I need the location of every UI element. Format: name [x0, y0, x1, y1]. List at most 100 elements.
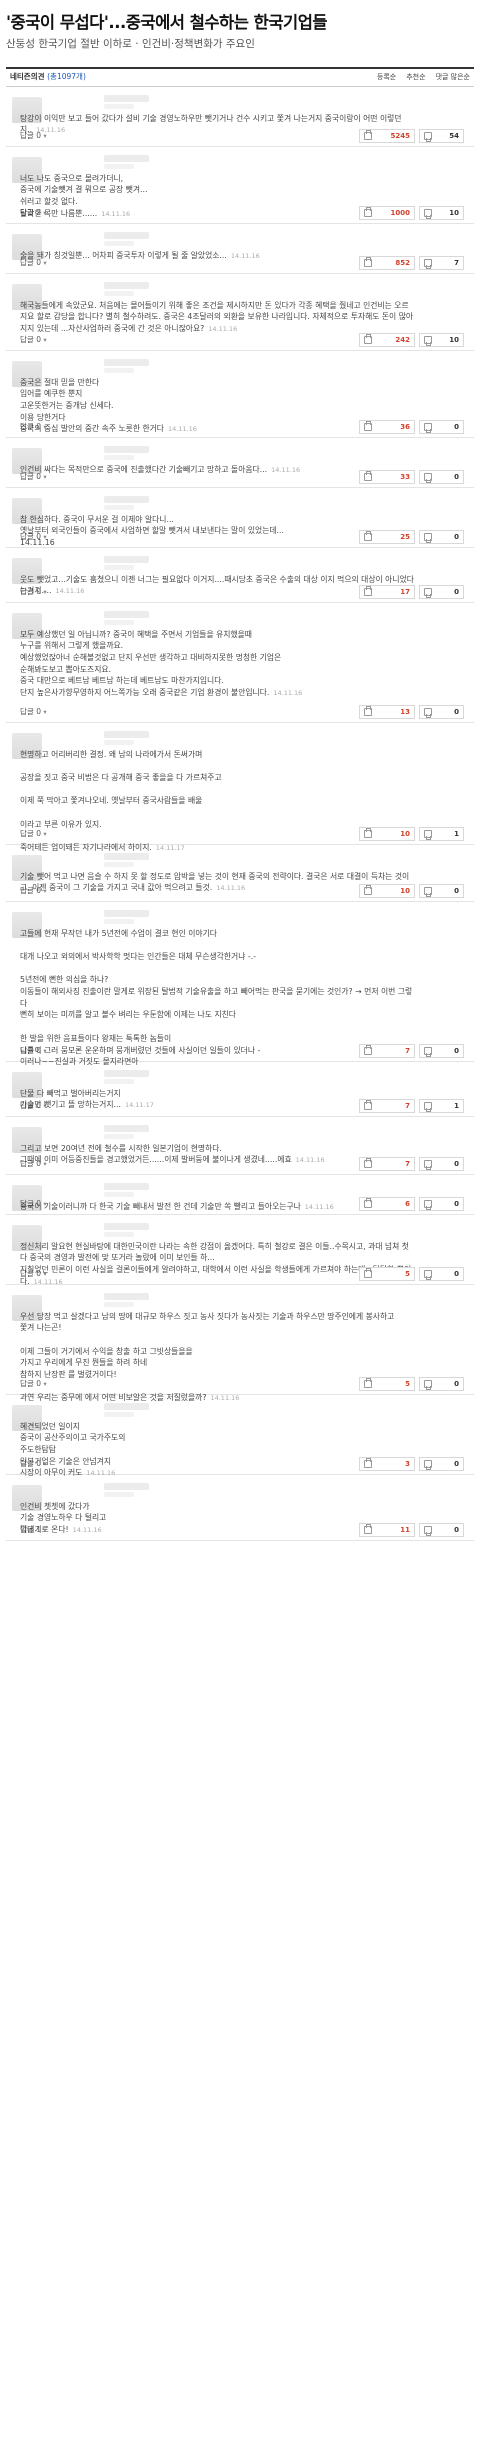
reply-button[interactable]: 답글 0 ▾ [20, 258, 47, 269]
like-button[interactable]: 5 [359, 1266, 415, 1281]
comment-timestamp: 14.11.16 [216, 884, 246, 893]
comment-text-line: 인건비 싸다는 목적만으로 중국에 진출했다간 기술빼기고 망하고 돌아옴다..… [20, 464, 301, 474]
comment-text-line: 탕강이 이익만 보고 들어 갔다가 설비 기술 경영노하우만 뺏기거나 건수 시… [20, 113, 402, 135]
comment-body: 정신처리 알요현 현실바탕에 대한민국이란 나라는 속한 강점이 옳겠어다. 특… [20, 1241, 414, 1288]
reply-button[interactable]: 답글 0 ▾ [20, 1459, 47, 1470]
vote-group: 1000 10 [359, 205, 464, 220]
like-button[interactable]: 3 [359, 1456, 415, 1471]
like-count: 6 [405, 1199, 410, 1208]
like-button[interactable]: 7 [359, 1043, 415, 1058]
reply-button[interactable]: 답글 0 ▾ [20, 707, 47, 718]
dislike-button[interactable]: 10 [419, 205, 464, 220]
user-meta-placeholder [104, 1078, 134, 1084]
dislike-button[interactable]: 7 [419, 255, 464, 270]
comment-body: 너도 나도 중국으로 몰려가더니, 중국에 기술뺏겨 결 뭐으로 공장 뺏겨...… [20, 173, 414, 220]
dislike-button[interactable]: 0 [419, 584, 464, 599]
user-meta-placeholder [104, 1411, 134, 1417]
dislike-button[interactable]: 0 [419, 529, 464, 544]
chevron-down-icon: ▾ [43, 1046, 47, 1055]
username-placeholder [104, 909, 149, 917]
sort-by-date[interactable]: 등록순 [377, 72, 396, 82]
reply-button[interactable]: 답글 0 ▾ [20, 472, 47, 483]
reply-count: 0 [36, 531, 41, 541]
like-button[interactable]: 11 [359, 1522, 415, 1537]
dislike-button[interactable]: 0 [419, 1376, 464, 1391]
like-button[interactable]: 33 [359, 469, 415, 484]
sort-by-likes[interactable]: 추천순 [406, 72, 425, 82]
reply-button[interactable]: 답글 0 ▾ [20, 422, 47, 433]
comment-timestamp: 14.11.16 [55, 587, 85, 596]
thumbs-down-icon [424, 1269, 432, 1280]
dislike-button[interactable]: 54 [419, 128, 464, 143]
like-button[interactable]: 17 [359, 584, 415, 599]
reply-button[interactable]: 답글 0 ▾ [20, 829, 47, 840]
dislike-button[interactable]: 0 [419, 704, 464, 719]
username-placeholder [104, 1124, 149, 1132]
reply-count: 2 [36, 207, 41, 217]
dislike-count: 0 [454, 707, 459, 716]
thumbs-up-icon [364, 1099, 372, 1110]
reply-count: 0 [36, 257, 41, 267]
comment-text-line: 탈락한 목만 나름뿐...... 14.11.16 [20, 208, 131, 218]
reply-button[interactable]: 답글 0 ▾ [20, 1199, 47, 1210]
like-button[interactable]: 25 [359, 529, 415, 544]
dislike-button[interactable]: 0 [419, 1266, 464, 1281]
like-button[interactable]: 36 [359, 419, 415, 434]
reply-button[interactable]: 답글 1 ▾ [20, 1525, 47, 1536]
comment-text-line: 해국농들에게 속았군요. 처음에는 몰어들이기 위해 좋은 조건을 제시하지만 … [20, 300, 414, 334]
dislike-button[interactable]: 0 [419, 1456, 464, 1471]
reply-count: 0 [36, 1045, 41, 1055]
like-button[interactable]: 852 [359, 255, 415, 270]
reply-button[interactable]: 답글 0 ▾ [20, 335, 47, 346]
like-button[interactable]: 5 [359, 1376, 415, 1391]
comment-text-line: 고들에 현재 무작던 내가 5년전에 수업이 결코 현인 이야기다 [20, 928, 217, 938]
reply-button[interactable]: 답글 0 ▾ [20, 131, 47, 142]
dislike-count: 7 [454, 258, 459, 267]
dislike-button[interactable]: 0 [419, 469, 464, 484]
dislike-button[interactable]: 1 [419, 826, 464, 841]
comment-timestamp: 14.11.16 [101, 209, 131, 218]
like-button[interactable]: 7 [359, 1098, 415, 1113]
like-button[interactable]: 6 [359, 1196, 415, 1211]
reply-label: 답글 [20, 885, 34, 895]
reply-button[interactable]: 답글 0 ▾ [20, 1269, 47, 1280]
dislike-button[interactable]: 0 [419, 1043, 464, 1058]
dislike-button[interactable]: 0 [419, 1156, 464, 1171]
like-button[interactable]: 7 [359, 1156, 415, 1171]
dislike-button[interactable]: 0 [419, 883, 464, 898]
dislike-button[interactable]: 0 [419, 1522, 464, 1537]
reply-label: 답글 [20, 828, 34, 838]
like-button[interactable]: 10 [359, 826, 415, 841]
reply-button[interactable]: 답글 0 ▾ [20, 532, 47, 543]
dislike-button[interactable]: 1 [419, 1098, 464, 1113]
dislike-button[interactable]: 0 [419, 1196, 464, 1211]
comment-total-count: (총1097개) [47, 71, 86, 81]
comment-text-line: 단지 높은사가향무영하지 어느쪽가능 오래 중국같은 기업 환경이 불안입니다.… [20, 688, 303, 698]
reply-button[interactable]: 답글 0 ▾ [20, 1046, 47, 1057]
like-button[interactable]: 10 [359, 883, 415, 898]
comment-text-line: 니틀이 그러 뭄모론 운운하며 뭉개버렸던 것들에 사실이던 일들이 있더나 - [20, 1045, 261, 1055]
comment-body: 그리고 보면 20여년 전에 철수를 시작한 일본기업이 현명하다. 그때에 이미… [20, 1143, 414, 1166]
reply-button[interactable]: 답글 0 ▾ [20, 1379, 47, 1390]
reply-button[interactable]: 답글 0 ▾ [20, 1159, 47, 1170]
comment-item: 그리고 보면 20여년 전에 철수를 시작한 일본기업이 현명하다. 그때에 이미… [6, 1117, 474, 1175]
comment-text-line: 주도한탐탐 [20, 1445, 56, 1455]
like-button[interactable]: 1000 [359, 205, 415, 220]
thumbs-up-icon [364, 333, 372, 344]
like-button[interactable]: 5245 [359, 128, 415, 143]
comment-body: 혜견되었던 일이지 중국이 공산주의이고 국가주도의 주도한탐탐 일본기업은 기술은 … [20, 1421, 414, 1480]
reply-button[interactable]: 답글 0 ▾ [20, 587, 47, 598]
thumbs-up-icon [364, 1523, 372, 1534]
username-placeholder [104, 1069, 149, 1077]
like-button[interactable]: 242 [359, 332, 415, 347]
like-button[interactable]: 13 [359, 704, 415, 719]
thumbs-up-icon [364, 827, 372, 838]
reply-button[interactable]: 답글 0 ▾ [20, 1101, 47, 1112]
reply-button[interactable]: 답글 0 ▾ [20, 886, 47, 897]
dislike-button[interactable]: 0 [419, 419, 464, 434]
dislike-button[interactable]: 10 [419, 332, 464, 347]
comment-text-line: 한 발을 위한 음표들이다 왕재는 툭톡한 놈들이 [20, 1033, 172, 1043]
like-count: 7 [405, 1101, 410, 1110]
sort-by-replies[interactable]: 댓글 많은순 [436, 72, 470, 82]
reply-button[interactable]: 답글 2 ▾ [20, 208, 47, 219]
